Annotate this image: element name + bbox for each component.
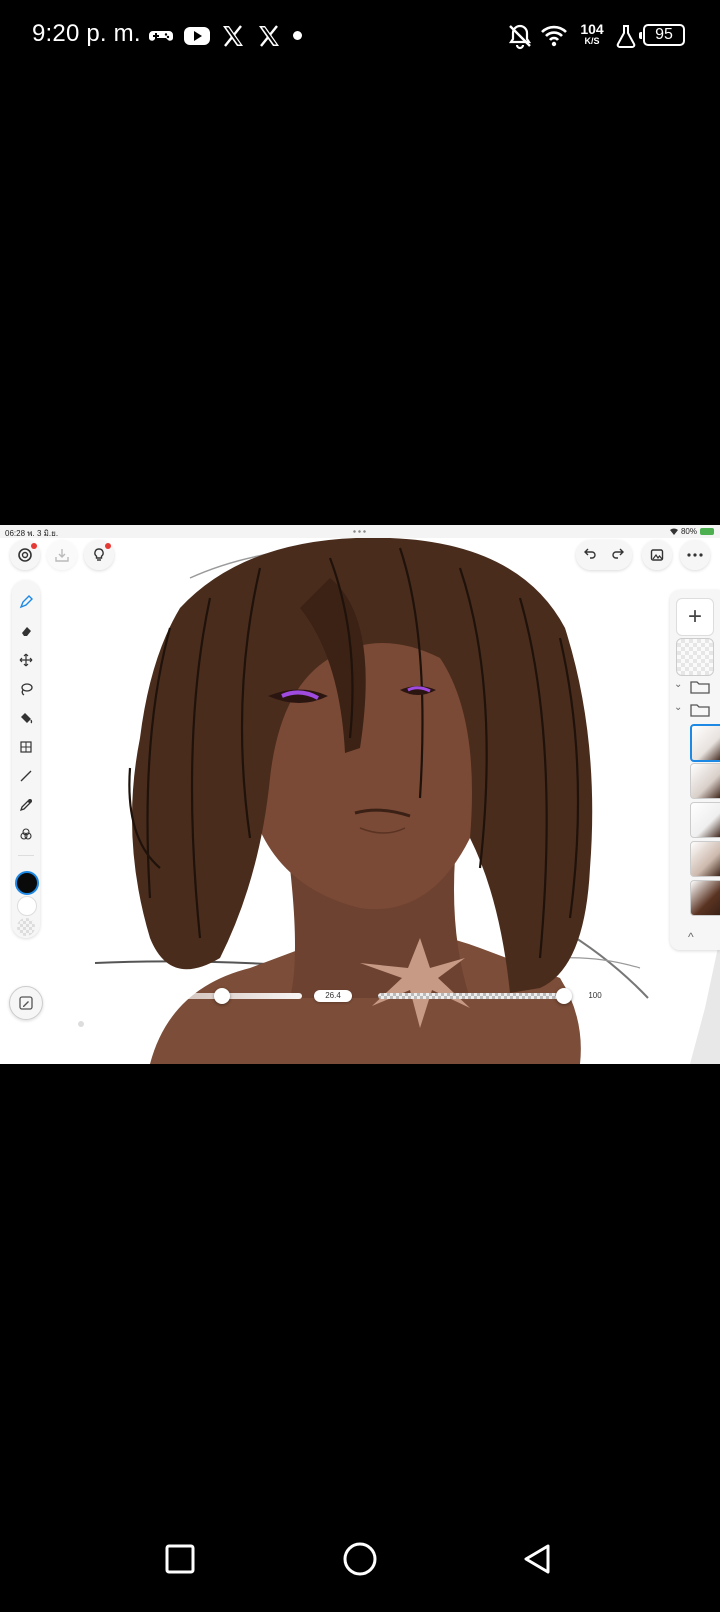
- battery-indicator: 95: [639, 24, 685, 46]
- color-wheel-icon[interactable]: [16, 824, 36, 844]
- gallery-menu-button[interactable]: [10, 540, 40, 570]
- folder-icon[interactable]: [690, 680, 710, 694]
- layer-thumbnail[interactable]: [690, 724, 720, 762]
- layers-panel: + ⌄ ⌄ ^: [670, 590, 720, 950]
- eraser-icon[interactable]: [16, 621, 36, 641]
- pen-square-icon: [19, 996, 33, 1010]
- circle-icon: [343, 1542, 377, 1576]
- status-time: 9:20 p. m.: [32, 20, 141, 47]
- opacity-knob[interactable]: [556, 988, 572, 1004]
- chevron-down-icon[interactable]: ⌄: [674, 702, 682, 713]
- brush-size-value: 26.4: [314, 990, 352, 1002]
- youtube-icon: [183, 22, 211, 50]
- wifi-icon: [540, 22, 568, 50]
- network-speed-unit: K/S: [584, 36, 600, 46]
- image-icon: [650, 549, 664, 561]
- app-logo-icon: [18, 548, 32, 562]
- layer-thumbnail[interactable]: [690, 841, 720, 877]
- drawing-canvas[interactable]: [0, 538, 720, 1064]
- x-logo-icon: [219, 22, 247, 50]
- phone-status-bar: 9:20 p. m. 104 K/S 95: [0, 0, 720, 72]
- more-options-button[interactable]: [680, 540, 710, 570]
- ellipsis-icon: [687, 553, 703, 557]
- tool-sidebar: [12, 580, 40, 938]
- undo-redo-group: [576, 540, 632, 570]
- gamepad-icon: [147, 22, 175, 50]
- flask-icon: [612, 22, 640, 50]
- layer-thumbnail[interactable]: [690, 802, 720, 838]
- line-icon[interactable]: [16, 766, 36, 786]
- transform-grid-icon[interactable]: [16, 737, 36, 757]
- import-button[interactable]: [47, 540, 77, 570]
- secondary-color-swatch[interactable]: [17, 896, 37, 916]
- quick-tool-button[interactable]: [9, 986, 43, 1020]
- triangle-back-icon: [524, 1544, 550, 1574]
- notification-dot: [31, 543, 37, 549]
- page-indicator: [78, 1021, 84, 1027]
- tablet-status-right: 80%: [669, 527, 714, 536]
- toolbar-divider: [18, 855, 34, 856]
- brush-size-slider[interactable]: [112, 993, 302, 999]
- lasso-icon[interactable]: [16, 679, 36, 699]
- square-icon: [165, 1544, 195, 1574]
- tray-icon: [55, 549, 69, 562]
- network-speed: 104 K/S: [578, 22, 606, 46]
- recents-button[interactable]: [155, 1534, 205, 1584]
- background-layer-thumbnail[interactable]: [676, 638, 714, 676]
- eyedropper-icon[interactable]: [16, 795, 36, 815]
- chevron-up-icon[interactable]: ^: [688, 930, 694, 944]
- redo-icon[interactable]: [611, 546, 625, 565]
- opacity-slider[interactable]: [378, 993, 564, 999]
- more-dot-icon: [293, 31, 302, 40]
- fill-icon[interactable]: [16, 708, 36, 728]
- layer-thumbnail[interactable]: [690, 763, 720, 799]
- undo-icon[interactable]: [583, 546, 597, 565]
- tablet-battery-text: 80%: [680, 527, 697, 536]
- x-logo-icon: [255, 22, 283, 50]
- brush-icon[interactable]: [16, 592, 36, 612]
- transparent-swatch[interactable]: [17, 918, 35, 936]
- move-icon[interactable]: [16, 650, 36, 670]
- drawing-app-screenshot: 06:28 พ. 3 มิ.ย. 80% 26.4 100: [0, 525, 720, 1064]
- reference-image-button[interactable]: [642, 540, 672, 570]
- folder-icon[interactable]: [690, 703, 710, 717]
- lightbulb-icon: [94, 548, 104, 561]
- bell-off-icon: [506, 22, 534, 50]
- multitask-handle-icon: [352, 530, 368, 533]
- tablet-battery-icon: [700, 528, 714, 535]
- opacity-value: 100: [578, 990, 612, 1002]
- back-button[interactable]: [512, 1534, 562, 1584]
- chevron-down-icon[interactable]: ⌄: [674, 679, 682, 690]
- home-button[interactable]: [335, 1534, 385, 1584]
- notification-dot: [105, 543, 111, 549]
- phone-navigation-bar: [0, 1510, 720, 1612]
- tips-button[interactable]: [84, 540, 114, 570]
- network-speed-value: 104: [580, 21, 604, 37]
- tablet-wifi-icon: [669, 528, 678, 535]
- tablet-status-bar: 06:28 พ. 3 มิ.ย. 80%: [0, 525, 720, 538]
- primary-color-swatch[interactable]: [15, 871, 39, 895]
- layer-thumbnail[interactable]: [690, 880, 720, 916]
- add-layer-button[interactable]: +: [676, 598, 714, 636]
